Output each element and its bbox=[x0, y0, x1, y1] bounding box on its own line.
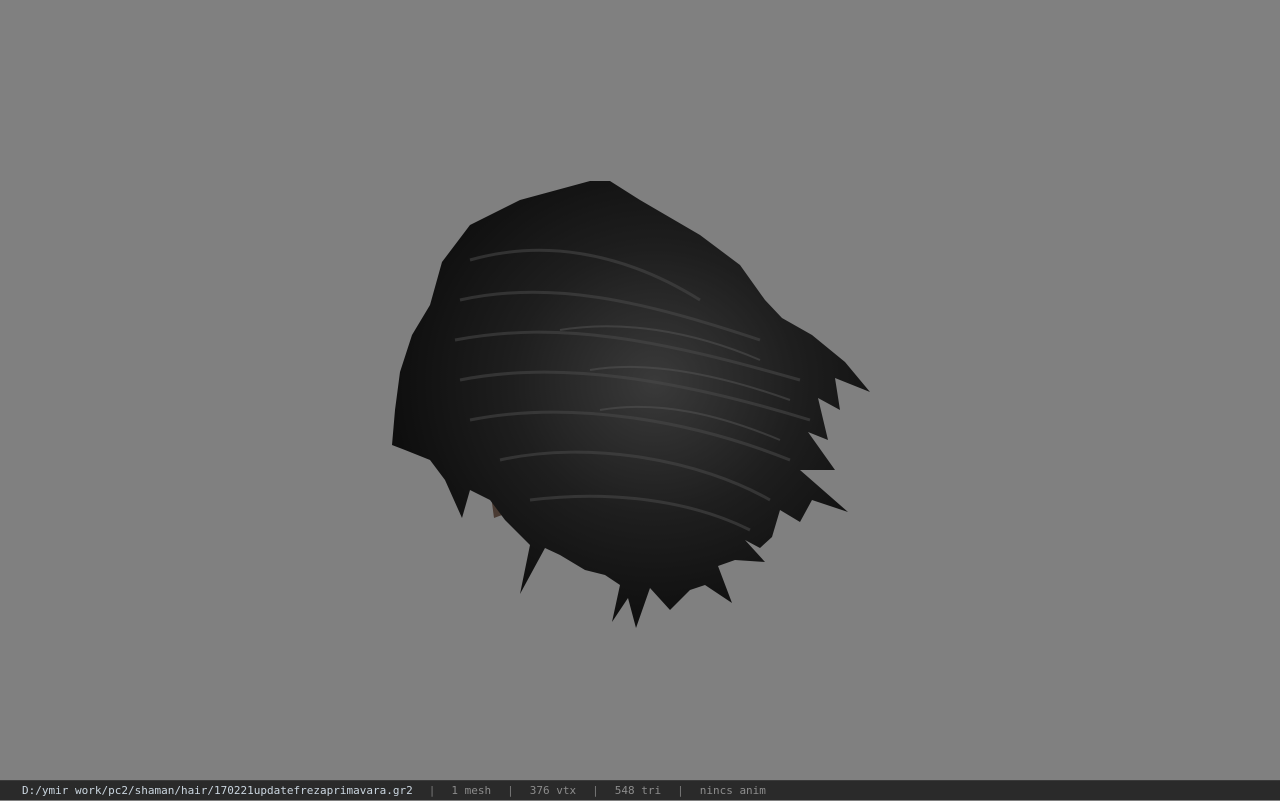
status-separator: | bbox=[677, 783, 684, 797]
status-separator: | bbox=[507, 783, 514, 797]
vertex-count: 376 vtx bbox=[529, 783, 577, 797]
animation-status: nincs anim bbox=[699, 783, 766, 797]
file-path: D:/ymir work/pc2/shaman/hair/170221updat… bbox=[22, 783, 413, 797]
triangle-count: 548 tri bbox=[614, 783, 662, 797]
hair-mass bbox=[392, 181, 870, 628]
status-separator: | bbox=[592, 783, 599, 797]
status-bar: D:/ymir work/pc2/shaman/hair/170221updat… bbox=[0, 780, 1280, 800]
3d-viewport[interactable] bbox=[0, 0, 1280, 780]
mesh-count: 1 mesh bbox=[451, 783, 492, 797]
status-separator: | bbox=[428, 783, 436, 797]
hair-model[interactable] bbox=[0, 0, 1280, 780]
